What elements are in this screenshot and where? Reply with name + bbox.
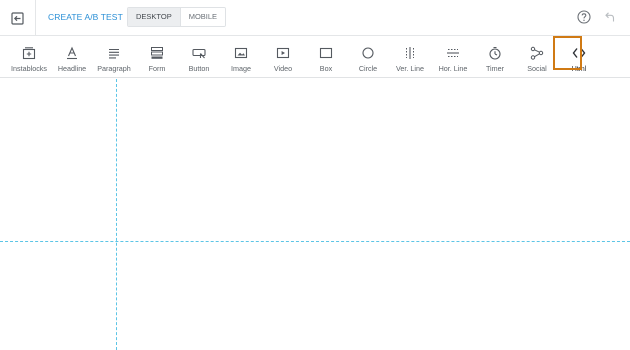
tool-vertical-line[interactable]: Ver. Line: [387, 37, 433, 77]
social-icon: [530, 43, 544, 63]
tool-label: Paragraph: [97, 64, 131, 73]
vertical-guide-line: [116, 79, 117, 350]
form-icon: [150, 43, 164, 63]
tool-label: Circle: [358, 64, 378, 73]
editor-canvas[interactable]: [0, 79, 630, 350]
tool-label: Form: [148, 64, 166, 73]
tool-label: Timer: [485, 64, 505, 73]
tool-label: Html: [571, 64, 587, 73]
tool-circle[interactable]: Circle: [345, 37, 391, 77]
top-bar: CREATE A/B TEST DESKTOP MOBILE: [0, 0, 630, 36]
help-icon: [577, 10, 591, 24]
page-builder: CREATE A/B TEST DESKTOP MOBILE Instabloc…: [0, 0, 630, 350]
element-toolbar: Instablocks Headline Paragraph Form Butt: [0, 36, 630, 78]
vertical-line-icon: [403, 43, 417, 63]
view-toggle: DESKTOP MOBILE: [127, 7, 227, 27]
tool-paragraph[interactable]: Paragraph: [91, 37, 137, 77]
undo-icon: [604, 11, 616, 23]
timer-icon: [488, 43, 502, 63]
tool-label: Ver. Line: [396, 64, 424, 73]
tool-button[interactable]: Button: [176, 37, 222, 77]
tool-instablocks[interactable]: Instablocks: [6, 37, 52, 77]
image-icon: [234, 43, 248, 63]
tool-headline[interactable]: Headline: [49, 37, 95, 77]
undo-button[interactable]: [602, 9, 618, 25]
tool-social[interactable]: Social: [514, 37, 560, 77]
tool-label: Box: [319, 64, 333, 73]
box-icon: [319, 43, 333, 63]
tool-label: Hor. Line: [438, 64, 468, 73]
exit-button[interactable]: [0, 0, 36, 36]
tool-label: Instablocks: [11, 64, 47, 73]
create-ab-test-link[interactable]: CREATE A/B TEST: [48, 12, 123, 22]
tool-form[interactable]: Form: [134, 37, 180, 77]
tool-horizontal-line[interactable]: Hor. Line: [430, 37, 476, 77]
tool-html[interactable]: Html: [553, 36, 602, 77]
exit-icon: [11, 11, 24, 25]
html-code-icon: [572, 43, 586, 63]
tool-label: Headline: [57, 64, 87, 73]
tool-label: Social: [527, 64, 547, 73]
tool-box[interactable]: Box: [303, 37, 349, 77]
tool-label: Button: [188, 64, 210, 73]
desktop-view-button[interactable]: DESKTOP: [128, 8, 180, 26]
paragraph-icon: [107, 43, 121, 63]
video-icon: [276, 43, 290, 63]
tool-image[interactable]: Image: [218, 37, 264, 77]
horizontal-line-icon: [446, 43, 460, 63]
tool-label: Video: [273, 64, 293, 73]
circle-icon: [361, 43, 375, 63]
button-icon: [192, 43, 206, 63]
help-button[interactable]: [576, 9, 592, 25]
tool-timer[interactable]: Timer: [472, 37, 518, 77]
instablocks-icon: [22, 43, 36, 63]
headline-icon: [65, 43, 79, 63]
horizontal-guide-line: [0, 241, 630, 242]
mobile-view-button[interactable]: MOBILE: [179, 8, 226, 26]
tool-label: Image: [231, 64, 251, 73]
tool-video[interactable]: Video: [260, 37, 306, 77]
